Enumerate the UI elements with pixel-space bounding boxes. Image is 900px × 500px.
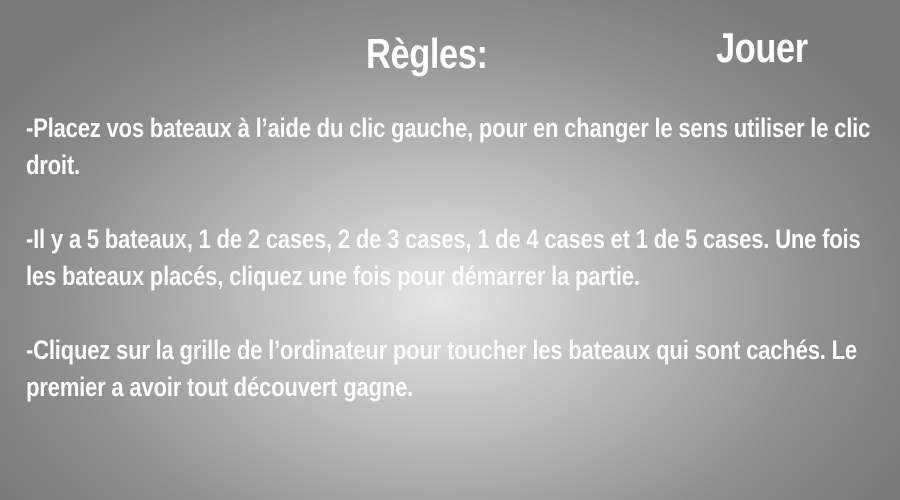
rule-ships: -Il y a 5 bateaux, 1 de 2 cases, 2 de 3 … [26, 224, 861, 291]
play-button[interactable]: Jouer [716, 24, 808, 72]
rules-title: Règles: [366, 30, 488, 77]
rules-screen: Règles: Jouer -Placez vos bateaux à l’ai… [0, 0, 900, 500]
rule-placement: -Placez vos bateaux à l’aide du clic gau… [26, 113, 871, 180]
rule-gameplay: -Cliquez sur la grille de l’ordinateur p… [26, 335, 857, 402]
rules-list: -Placez vos bateaux à l’aide du clic gau… [26, 110, 879, 406]
